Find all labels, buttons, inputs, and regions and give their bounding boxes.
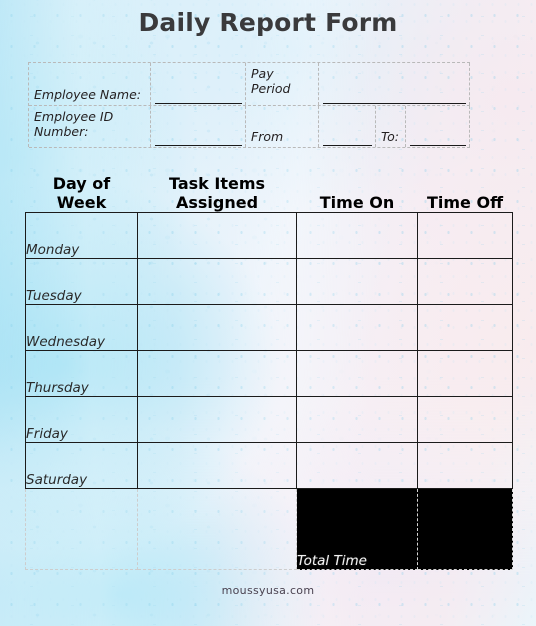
- form-page: Daily Report Form Employee Name: Pay Per…: [0, 0, 536, 626]
- row-time-off-cell[interactable]: [417, 212, 513, 259]
- column-header-task-items-label: Task Items Assigned: [168, 174, 266, 212]
- total-row-spacer-day: [25, 488, 138, 570]
- row-task-cell[interactable]: [137, 304, 297, 351]
- row-time-off-cell[interactable]: [417, 350, 513, 397]
- row-time-off-cell[interactable]: [417, 396, 513, 443]
- row-time-on-cell[interactable]: [296, 396, 418, 443]
- schedule-table: Day of Week Task Items Assigned Time On …: [25, 174, 513, 570]
- total-time-label: Total Time: [296, 488, 418, 570]
- total-time-row: Total Time: [25, 488, 513, 570]
- info-row-employee-id: Employee ID Number: From To:: [29, 106, 470, 148]
- schedule-table-header-row: Day of Week Task Items Assigned Time On …: [26, 174, 513, 213]
- table-row: Tuesday: [25, 258, 513, 305]
- to-label-cell: To:: [376, 106, 406, 147]
- pay-period-input[interactable]: [319, 63, 470, 105]
- page-title: Daily Report Form: [138, 8, 398, 37]
- table-row: Saturday: [25, 442, 513, 489]
- employee-id-label-cell: Employee ID Number:: [29, 106, 151, 147]
- column-header-time-on: Time On: [297, 174, 418, 213]
- row-task-cell[interactable]: [137, 442, 297, 489]
- employee-name-input[interactable]: [151, 63, 246, 105]
- table-row: Wednesday: [25, 304, 513, 351]
- footer-watermark: moussyusa.com: [221, 584, 315, 597]
- row-day-label: Tuesday: [25, 258, 138, 305]
- from-date-input[interactable]: [319, 106, 376, 147]
- table-row: Friday: [25, 396, 513, 443]
- pay-period-label-cell: Pay Period: [246, 63, 319, 105]
- column-header-time-off: Time Off: [418, 174, 513, 213]
- total-row-spacer-task: [137, 488, 297, 570]
- row-task-cell[interactable]: [137, 350, 297, 397]
- column-header-task-items: Task Items Assigned: [138, 174, 297, 213]
- employee-id-label: Employee ID Number:: [34, 109, 114, 140]
- row-time-on-cell[interactable]: [296, 258, 418, 305]
- table-row: Monday: [25, 212, 513, 259]
- employee-name-label: Employee Name:: [34, 86, 141, 102]
- row-time-on-cell[interactable]: [296, 350, 418, 397]
- column-header-time-off-label: Time Off: [426, 193, 504, 212]
- employee-info-table: Employee Name: Pay Period Employee ID Nu…: [28, 62, 470, 148]
- info-row-employee-name: Employee Name: Pay Period: [29, 63, 470, 106]
- row-day-label: Wednesday: [25, 304, 138, 351]
- row-time-on-cell[interactable]: [296, 304, 418, 351]
- row-time-off-cell[interactable]: [417, 442, 513, 489]
- row-time-on-cell[interactable]: [296, 442, 418, 489]
- row-day-label: Monday: [25, 212, 138, 259]
- row-task-cell[interactable]: [137, 396, 297, 443]
- to-label: To:: [381, 128, 399, 144]
- row-day-label: Thursday: [25, 350, 138, 397]
- column-header-day-of-week-label: Day of Week: [52, 174, 111, 212]
- row-day-label: Friday: [25, 396, 138, 443]
- row-time-on-cell[interactable]: [296, 212, 418, 259]
- column-header-day-of-week: Day of Week: [26, 174, 138, 213]
- row-task-cell[interactable]: [137, 212, 297, 259]
- row-task-cell[interactable]: [137, 258, 297, 305]
- pay-period-label: Pay Period: [251, 66, 291, 97]
- total-time-value[interactable]: [417, 488, 513, 570]
- row-time-off-cell[interactable]: [417, 304, 513, 351]
- employee-id-input[interactable]: [151, 106, 246, 147]
- column-header-time-on-label: Time On: [319, 193, 395, 212]
- from-label-cell: From: [246, 106, 319, 147]
- row-time-off-cell[interactable]: [417, 258, 513, 305]
- table-row: Thursday: [25, 350, 513, 397]
- row-day-label: Saturday: [25, 442, 138, 489]
- from-label: From: [251, 128, 284, 144]
- employee-name-label-cell: Employee Name:: [29, 63, 151, 105]
- to-date-input[interactable]: [406, 106, 470, 147]
